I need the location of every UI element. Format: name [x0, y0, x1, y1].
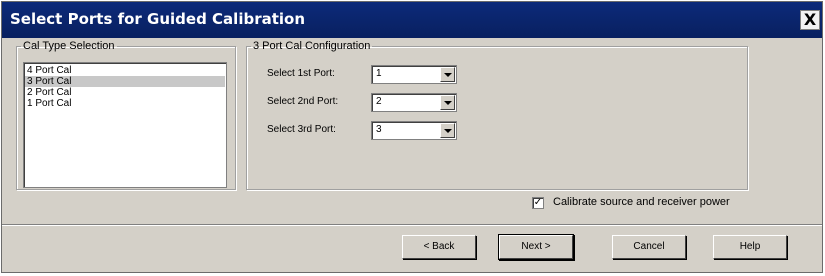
chevron-down-icon[interactable]	[440, 95, 455, 110]
list-item-4-port-cal[interactable]: 4 Port Cal	[25, 65, 225, 76]
close-button[interactable]: X	[800, 10, 820, 30]
window-title: Select Ports for Guided Calibration	[10, 10, 306, 28]
divider	[2, 224, 822, 226]
port-2-label: Select 2nd Port:	[267, 96, 339, 107]
port-3-label: Select 3rd Port:	[267, 124, 336, 135]
cal-type-legend: Cal Type Selection	[23, 40, 115, 52]
list-item-2-port-cal[interactable]: 2 Port Cal	[25, 87, 225, 98]
check-icon: ✓	[533, 197, 543, 208]
port-2-select[interactable]: 2	[371, 93, 457, 112]
next-button[interactable]: Next >	[499, 235, 573, 259]
help-button[interactable]: Help	[713, 235, 787, 259]
port-1-label: Select 1st Port:	[267, 68, 335, 79]
title-bar: Select Ports for Guided Calibration X	[2, 2, 822, 38]
list-item-3-port-cal[interactable]: 3 Port Cal	[25, 76, 225, 87]
dialog-window: Select Ports for Guided Calibration X Ca…	[1, 1, 823, 273]
port-3-select[interactable]: 3	[371, 121, 457, 140]
port-config-group: 3 Port Cal Configuration Select 1st Port…	[246, 40, 748, 190]
port-2-value: 2	[376, 96, 382, 107]
port-config-legend: 3 Port Cal Configuration	[253, 40, 371, 52]
chevron-down-icon[interactable]	[440, 123, 455, 138]
calibrate-power-label: Calibrate source and receiver power	[553, 196, 730, 208]
list-item-1-port-cal[interactable]: 1 Port Cal	[25, 98, 225, 109]
port-1-select[interactable]: 1	[371, 65, 457, 84]
chevron-down-icon[interactable]	[440, 67, 455, 82]
port-3-value: 3	[376, 124, 382, 135]
port-1-value: 1	[376, 68, 382, 79]
cal-type-listbox[interactable]: 4 Port Cal 3 Port Cal 2 Port Cal 1 Port …	[23, 62, 227, 188]
close-icon: X	[803, 10, 817, 29]
cancel-button[interactable]: Cancel	[612, 235, 686, 259]
calibrate-power-checkbox[interactable]: ✓	[532, 197, 544, 209]
back-button[interactable]: < Back	[402, 235, 476, 259]
cal-type-group: Cal Type Selection 4 Port Cal 3 Port Cal…	[16, 40, 236, 190]
